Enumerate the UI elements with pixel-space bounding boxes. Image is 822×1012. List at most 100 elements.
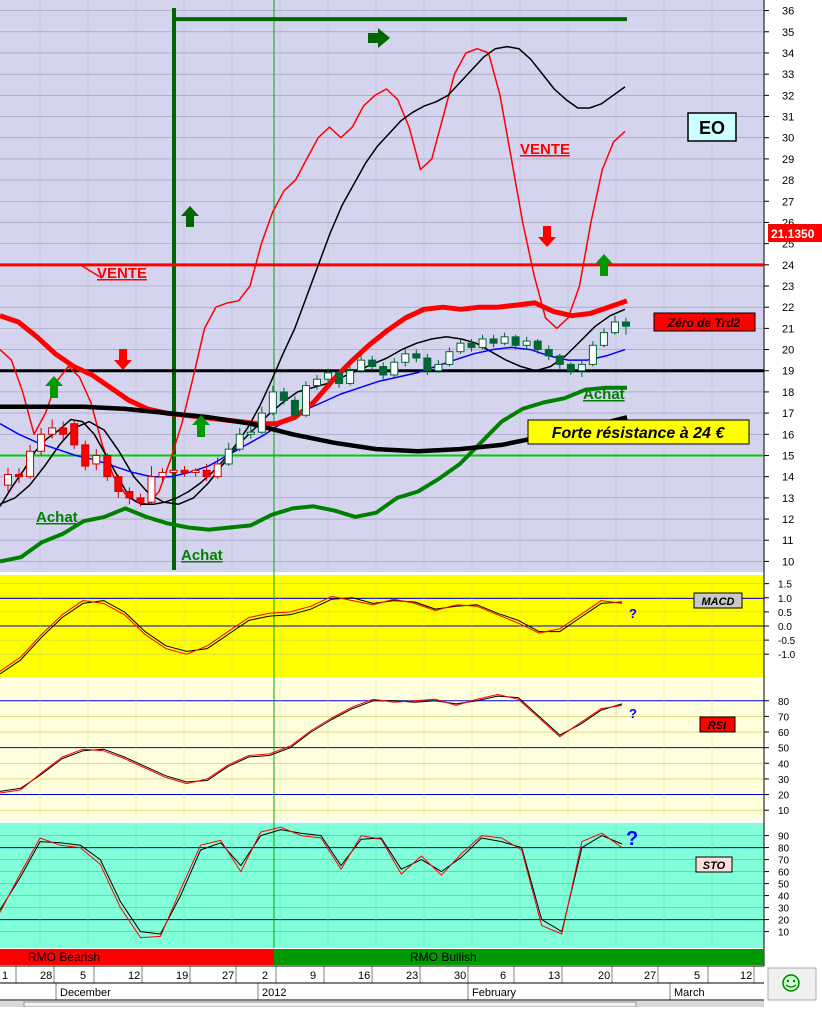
candle-body: [511, 336, 520, 346]
y-tick-label: 36: [782, 6, 794, 18]
y-tick-label: 20: [778, 791, 790, 802]
y-tick-label: 14: [782, 472, 794, 484]
rsi-label: RSI: [708, 720, 727, 732]
candle-body: [114, 476, 123, 492]
rsi-question: ?: [629, 706, 637, 721]
candle-body: [48, 427, 57, 435]
candle-body: [335, 372, 344, 384]
candle-body: [500, 336, 509, 344]
y-tick-label: 32: [782, 90, 794, 102]
x-tick-label: 6: [500, 970, 506, 982]
x-tick-label: 12: [740, 970, 752, 982]
x-tick-label: 16: [358, 970, 370, 982]
candle-body: [478, 338, 487, 348]
candle-body: [445, 351, 454, 365]
y-tick-label: 60: [778, 728, 790, 739]
y-tick-label: 30: [778, 775, 790, 786]
candle-body: [158, 471, 167, 478]
sto-panel: [0, 823, 764, 948]
y-tick-label: 24: [782, 260, 794, 272]
y-tick-label: 0.5: [778, 608, 792, 619]
y-tick-label: 30: [782, 133, 794, 145]
candle-body: [301, 385, 310, 416]
candle-body: [412, 353, 421, 359]
y-tick-label: 28: [782, 175, 794, 187]
y-tick-label: 19: [782, 366, 794, 378]
candle-body: [423, 357, 432, 372]
ticker-title: EO: [699, 118, 725, 138]
y-tick-label: -1.0: [778, 650, 796, 661]
y-tick-label: 20: [782, 345, 794, 357]
y-tick-label: 13: [782, 493, 794, 505]
y-tick-label: 18: [782, 387, 794, 399]
y-tick-label: 60: [778, 868, 790, 879]
candle-body: [533, 340, 542, 351]
candle-body: [70, 423, 79, 446]
y-tick-label: 20: [778, 916, 790, 927]
y-tick-label: 10: [782, 556, 794, 568]
y-tick-label: 23: [782, 281, 794, 293]
y-tick-label: 0.0: [778, 622, 792, 633]
candle-body: [467, 342, 476, 348]
y-tick-label: 10: [778, 806, 790, 817]
chart-svg: 1011121314151617181920212223242526272829…: [0, 0, 822, 1008]
x-tick-label: 2: [262, 970, 268, 982]
y-tick-label: 16: [782, 429, 794, 441]
x-month-label: December: [60, 987, 111, 999]
candle-body: [456, 342, 465, 353]
x-month-label: February: [472, 987, 517, 999]
y-tick-label: 10: [778, 928, 790, 939]
x-tick-label: 5: [80, 970, 86, 982]
candle-body: [324, 372, 333, 380]
x-tick-label: 20: [598, 970, 610, 982]
sell-label: VENTE: [97, 265, 147, 282]
buy-label: Achat: [36, 509, 78, 526]
candle-body: [26, 450, 35, 478]
x-tick-label: 5: [694, 970, 700, 982]
y-tick-label: 50: [778, 744, 790, 755]
y-tick-label: 33: [782, 69, 794, 81]
candle-body: [401, 353, 410, 363]
candle-body: [169, 469, 178, 473]
candle-body: [290, 399, 299, 416]
x-tick-label: 23: [406, 970, 418, 982]
candle-body: [434, 363, 443, 372]
candle-body: [588, 344, 597, 365]
buy-label: Achat: [583, 386, 625, 403]
candle-body: [15, 474, 24, 478]
candle-body: [37, 433, 46, 452]
x-tick-label: 12: [128, 970, 140, 982]
x-tick-label: 30: [454, 970, 466, 982]
candle-body: [246, 431, 255, 435]
candle-body: [147, 476, 156, 503]
candle-body: [599, 332, 608, 346]
y-tick-label: 70: [778, 856, 790, 867]
macd-label: MACD: [702, 596, 735, 608]
y-tick-label: 50: [778, 880, 790, 891]
y-tick-label: 11: [782, 535, 793, 547]
candle-body: [379, 366, 388, 376]
candle-body: [136, 497, 145, 503]
candle-body: [346, 370, 355, 384]
candle-body: [368, 359, 377, 368]
zero-trend-label: Zéro de Trd2: [667, 316, 741, 330]
y-tick-label: 90: [778, 832, 790, 843]
x-tick-label: 27: [644, 970, 656, 982]
rmo-bullish-band: [274, 949, 764, 965]
scrollbar-thumb[interactable]: [23, 1001, 637, 1008]
candle-body: [279, 391, 288, 401]
sell-label: VENTE: [520, 141, 570, 158]
candle-body: [610, 321, 619, 334]
x-tick-label: 1: [2, 970, 8, 982]
candle-body: [555, 355, 564, 365]
x-month-label: 2012: [262, 987, 286, 999]
y-tick-label: 12: [782, 514, 794, 526]
x-tick-label: 27: [222, 970, 234, 982]
candle-body: [92, 454, 101, 465]
candle-body: [313, 378, 321, 387]
x-tick-label: 9: [310, 970, 316, 982]
x-tick-label: 19: [176, 970, 188, 982]
y-tick-label: 15: [782, 450, 794, 462]
candle-body: [566, 363, 575, 372]
y-tick-label: 22: [782, 302, 794, 314]
